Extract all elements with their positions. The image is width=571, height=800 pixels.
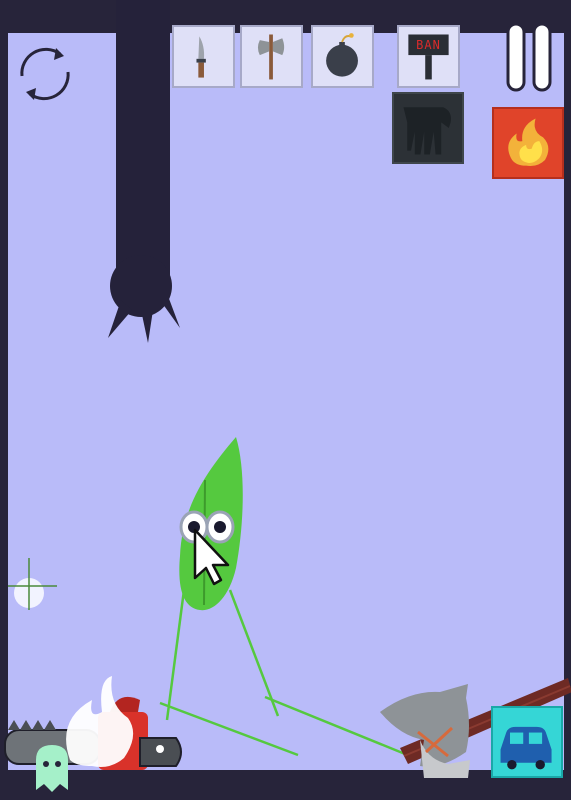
axe-tool-button[interactable] [240,25,303,88]
knife-icon [196,36,206,78]
bomb-icon [326,33,358,77]
ghost-skull-prop[interactable] [36,745,68,792]
scene-layer [4,0,571,792]
grab-hand-tool-button[interactable] [392,92,464,164]
car-icon [500,726,552,770]
game-stage: BAN [0,0,571,800]
axe-head-prop[interactable] [380,684,470,778]
cannon-creature-prop[interactable] [139,737,182,767]
restart-button[interactable] [10,38,80,108]
bomb-tool-button[interactable] [311,25,374,88]
car-tool-button[interactable] [491,706,563,778]
pause-icon [506,22,552,92]
leaf-character[interactable] [159,437,411,758]
ban-label: BAN [416,38,441,52]
ban-hammer-tool-button[interactable]: BAN [397,25,460,88]
knife-tool-button[interactable] [172,25,235,88]
ban-hammer-icon [408,34,449,80]
restart-icon [20,47,70,101]
hanging-claw[interactable] [108,0,180,343]
pause-button[interactable] [505,22,553,92]
grab-hand-icon [403,107,451,155]
fire-icon [508,118,549,167]
axe-icon [257,34,285,80]
crosshair-icon [8,558,57,610]
fire-tool-button[interactable] [492,107,564,179]
white-flame-prop[interactable] [66,676,134,767]
